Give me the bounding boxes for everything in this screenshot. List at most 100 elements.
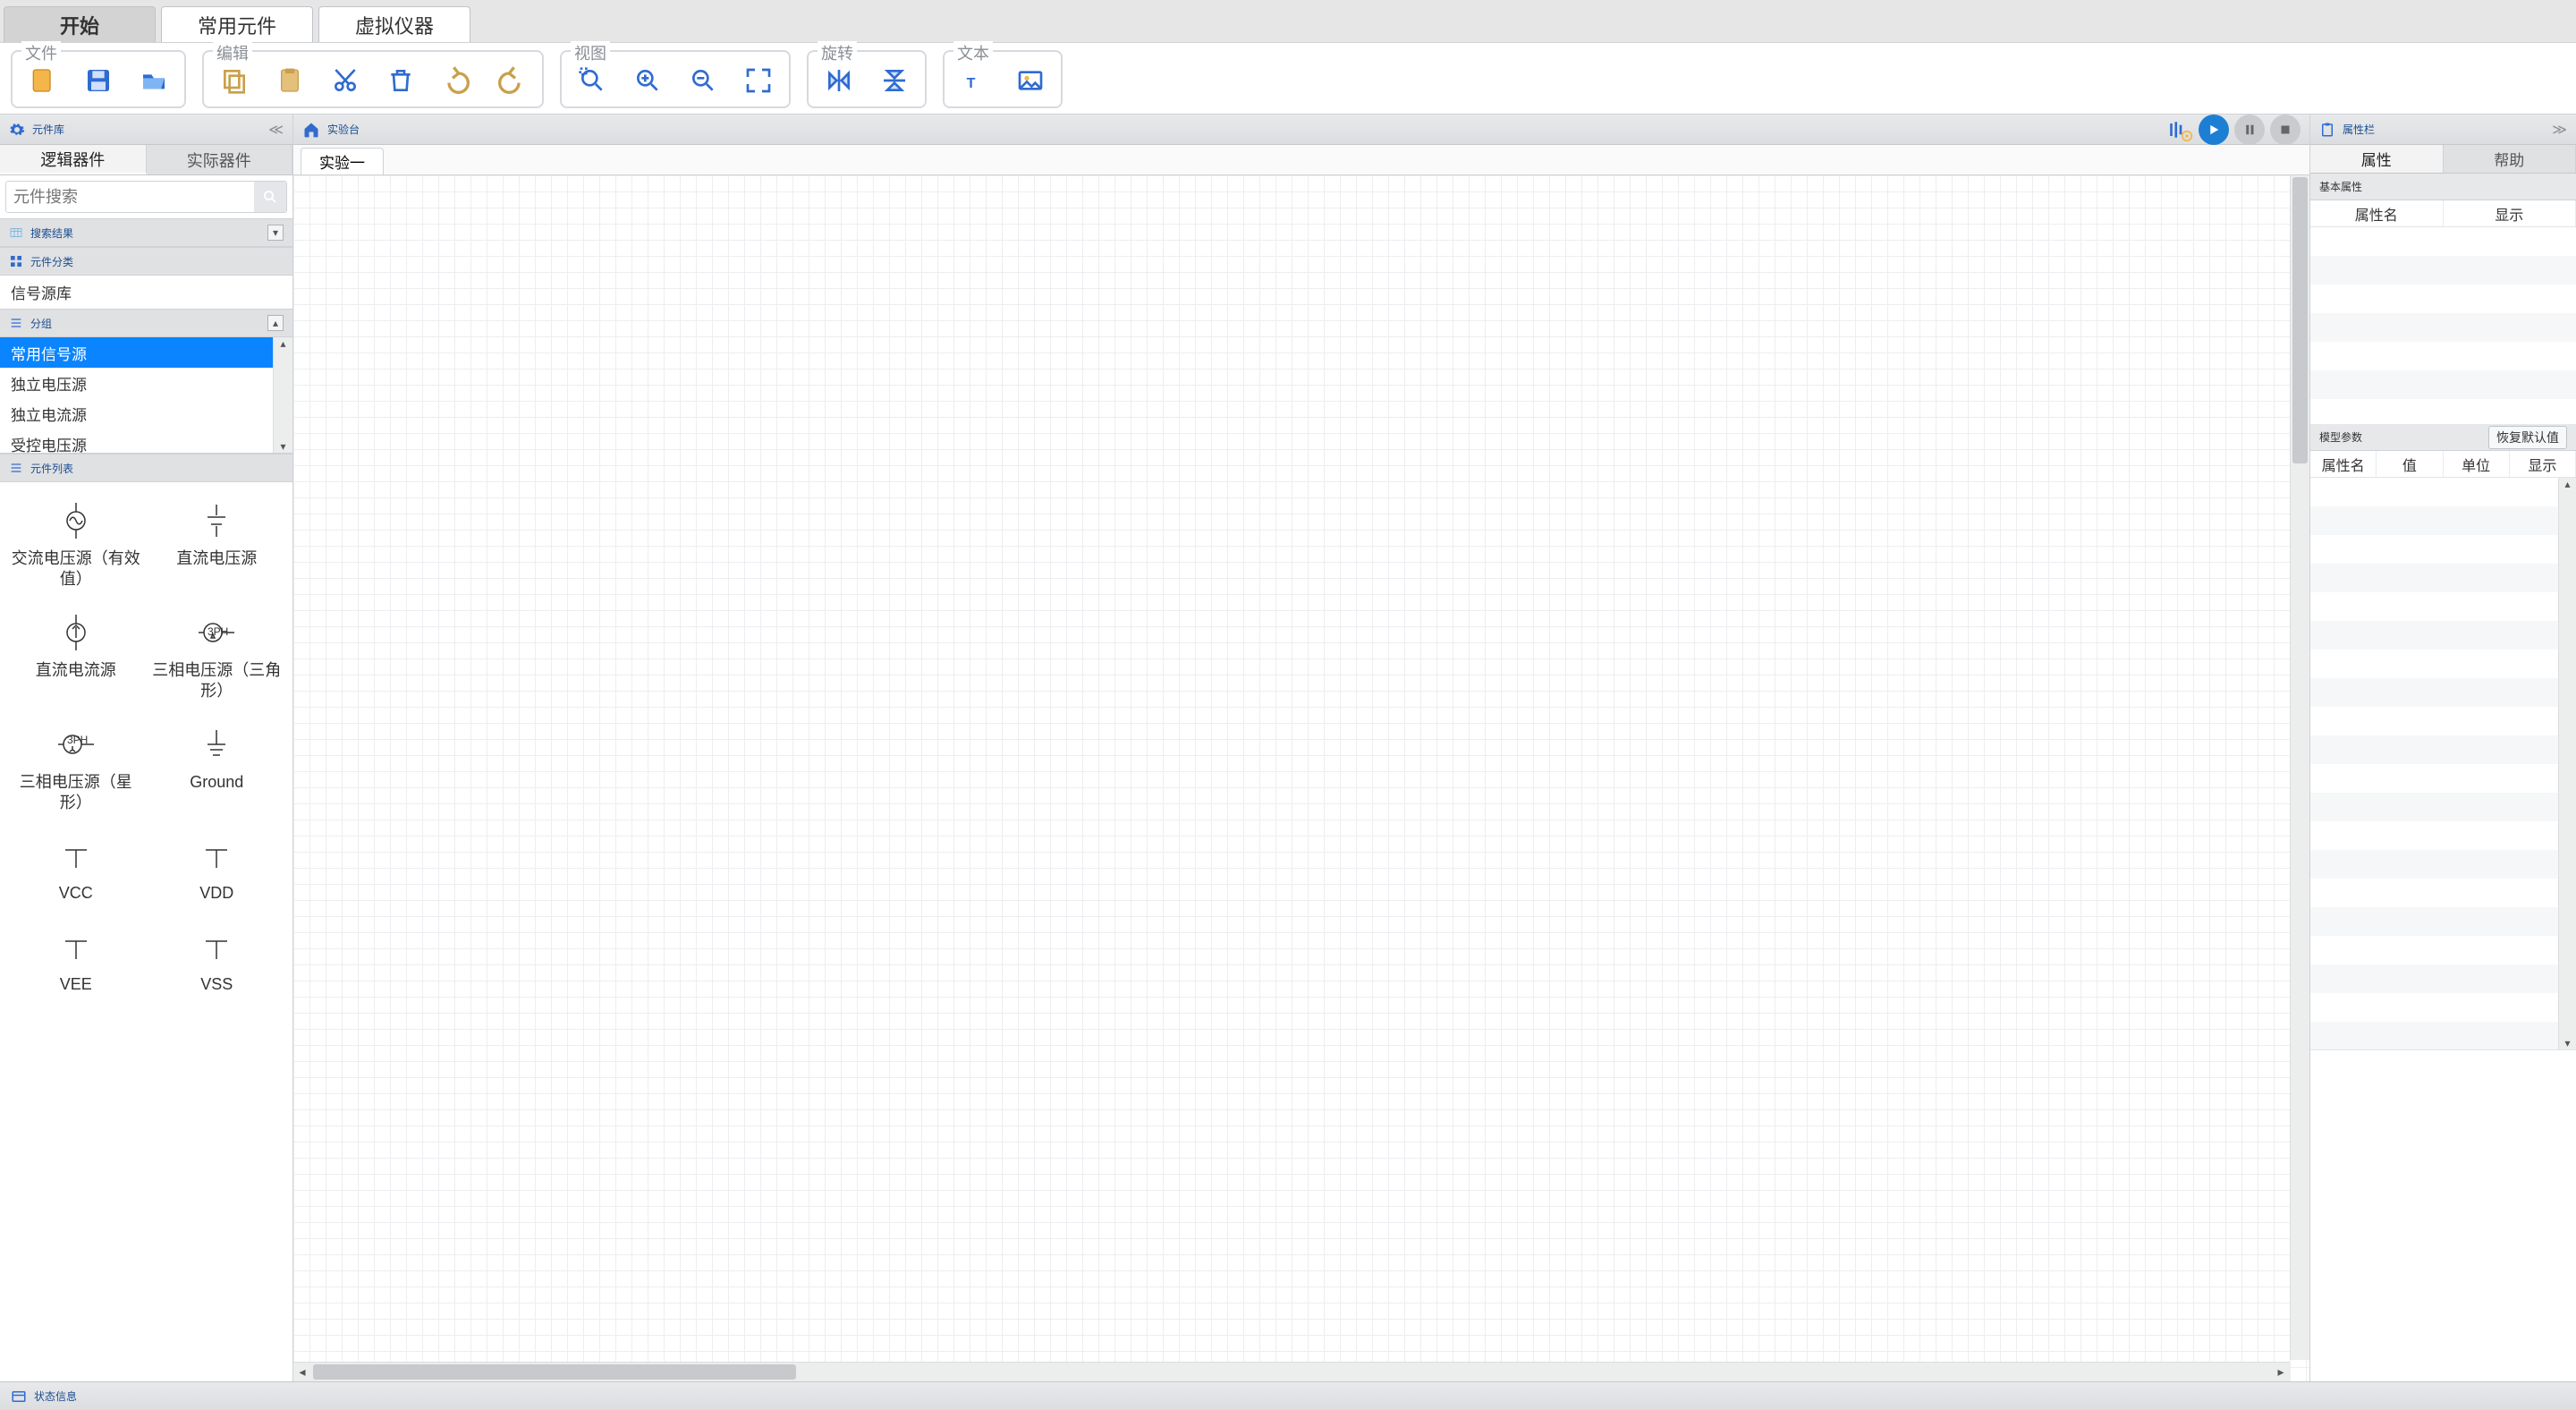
search-results-label: 搜索结果 — [30, 225, 73, 241]
tab-attributes[interactable]: 属性 — [2310, 145, 2444, 173]
properties-header: 属性栏 ≫ — [2310, 115, 2576, 145]
collapse-right-icon[interactable]: ≫ — [2552, 121, 2567, 139]
ribbon-toolbar: 文件 编辑 视图 旋转 文本 T — [0, 43, 2576, 115]
component-grid: 交流电压源（有效值） 直流电压源 直流电流源 3PH三相电压源（三角形） 3PH… — [0, 482, 292, 1381]
svg-text:T: T — [967, 76, 976, 91]
status-text: 状态信息 — [34, 1389, 77, 1404]
restore-defaults-button[interactable]: 恢复默认值 — [2488, 426, 2567, 449]
save-button[interactable] — [79, 61, 118, 100]
group-text: 文本 T — [943, 50, 1063, 108]
text-button[interactable]: T — [955, 61, 995, 100]
group-item[interactable]: 独立电压源 — [0, 368, 292, 398]
component-dc-current[interactable]: 直流电流源 — [5, 603, 147, 709]
library-title: 元件库 — [32, 122, 64, 137]
workbench-title: 实验台 — [327, 122, 360, 137]
zoom-area-button[interactable] — [572, 61, 612, 100]
left-panel: 元件库 ≪ 逻辑器件 实际器件 搜索结果 ▾ 元件分类 — [0, 115, 293, 1381]
collapse-up-icon[interactable]: ▴ — [267, 315, 284, 331]
basic-attr-header: 基本属性 — [2310, 174, 2576, 200]
canvas-vscrollbar[interactable] — [2290, 175, 2309, 1360]
sim-play-button[interactable] — [2199, 115, 2229, 145]
groups-section[interactable]: 分组 ▴ — [0, 309, 292, 337]
component-list-section[interactable]: 元件列表 — [0, 454, 292, 482]
undo-button[interactable] — [436, 61, 476, 100]
library-subtabs: 逻辑器件 实际器件 — [0, 145, 292, 175]
component-vee[interactable]: VEE — [5, 917, 147, 1002]
right-empty — [2310, 1050, 2576, 1381]
properties-tabs: 属性 帮助 — [2310, 145, 2576, 174]
ribbon-tab-instruments[interactable]: 虚拟仪器 — [318, 6, 470, 42]
grid-icon — [9, 254, 23, 268]
model-params-rows: ▴▾ — [2310, 478, 2576, 1050]
delete-button[interactable] — [381, 61, 420, 100]
zoom-in-button[interactable] — [628, 61, 667, 100]
group-rotate-label: 旋转 — [818, 41, 857, 64]
component-vdd[interactable]: VDD — [147, 826, 288, 911]
canvas-hscrollbar[interactable]: ◂ ▸ — [293, 1362, 2290, 1381]
zoom-out-button[interactable] — [683, 61, 723, 100]
group-file: 文件 — [11, 50, 186, 108]
category-current[interactable]: 信号源库 — [0, 276, 292, 309]
groups-label: 分组 — [30, 316, 52, 331]
component-ac-voltage[interactable]: 交流电压源（有效值） — [5, 491, 147, 598]
cut-button[interactable] — [326, 61, 365, 100]
fit-screen-button[interactable] — [739, 61, 778, 100]
component-ground[interactable]: Ground — [147, 715, 288, 821]
group-edit-label: 编辑 — [213, 41, 252, 64]
component-vcc[interactable]: VCC — [5, 826, 147, 911]
canvas-tabs: 实验一 — [293, 145, 2309, 175]
paste-button[interactable] — [270, 61, 309, 100]
right-panel: 属性栏 ≫ 属性 帮助 基本属性 属性名 显示 模型参数 恢复默认值 属性名 值… — [2309, 115, 2576, 1381]
ribbon-tabs: 开始 常用元件 虚拟仪器 — [0, 0, 2576, 43]
canvas[interactable]: ◂ ▸ — [293, 175, 2309, 1381]
component-vss[interactable]: VSS — [147, 917, 288, 1002]
component-dc-voltage[interactable]: 直流电压源 — [147, 491, 288, 598]
group-scrollbar[interactable]: ▴▾ — [273, 337, 292, 453]
flip-v-button[interactable] — [875, 61, 914, 100]
component-3phase-delta[interactable]: 3PH三相电压源（三角形） — [147, 603, 288, 709]
ribbon-tab-common[interactable]: 常用元件 — [161, 6, 313, 42]
dropdown-icon[interactable]: ▾ — [267, 225, 284, 241]
home-icon — [302, 121, 320, 139]
group-item[interactable]: 常用信号源 — [0, 337, 292, 368]
copy-button[interactable] — [215, 61, 254, 100]
sim-pause-button[interactable] — [2234, 115, 2265, 145]
waveform-icon[interactable] — [2168, 117, 2193, 142]
search-icon — [262, 189, 278, 205]
tab-help[interactable]: 帮助 — [2444, 145, 2576, 173]
open-button[interactable] — [134, 61, 174, 100]
redo-button[interactable] — [492, 61, 531, 100]
canvas-tab[interactable]: 实验一 — [301, 148, 384, 174]
search-input[interactable] — [6, 182, 254, 212]
collapse-left-icon[interactable]: ≪ — [268, 121, 284, 139]
group-file-label: 文件 — [21, 41, 61, 64]
group-rotate: 旋转 — [807, 50, 927, 108]
component-3phase-star[interactable]: 3PH三相电压源（星形） — [5, 715, 147, 821]
col-m-unit: 单位 — [2444, 451, 2510, 477]
image-button[interactable] — [1011, 61, 1050, 100]
group-item[interactable]: 受控电压源 — [0, 429, 292, 454]
ribbon-tab-start[interactable]: 开始 — [4, 6, 156, 42]
search-bar — [5, 181, 287, 213]
list-icon — [9, 461, 23, 475]
group-item[interactable]: 独立电流源 — [0, 398, 292, 429]
properties-title: 属性栏 — [2343, 122, 2375, 137]
workbench-header: 实验台 — [293, 115, 2309, 145]
sim-stop-button[interactable] — [2270, 115, 2301, 145]
categories-label: 元件分类 — [30, 254, 73, 269]
col-m-name: 属性名 — [2310, 451, 2377, 477]
subtab-logic[interactable]: 逻辑器件 — [0, 145, 147, 174]
model-scrollbar[interactable]: ▴▾ — [2558, 478, 2576, 1049]
categories-section[interactable]: 元件分类 — [0, 247, 292, 276]
flip-h-button[interactable] — [819, 61, 859, 100]
new-file-button[interactable] — [23, 61, 63, 100]
group-list: 常用信号源 独立电压源 独立电流源 受控电压源 ▴▾ — [0, 337, 292, 454]
group-text-label: 文本 — [953, 41, 993, 64]
table-icon — [9, 225, 23, 240]
clipboard-icon — [2319, 122, 2335, 138]
col-attr-show: 显示 — [2444, 200, 2576, 226]
search-button[interactable] — [254, 182, 286, 212]
basic-attr-rows — [2310, 227, 2576, 424]
subtab-real[interactable]: 实际器件 — [147, 145, 293, 174]
search-results-section[interactable]: 搜索结果 ▾ — [0, 218, 292, 247]
